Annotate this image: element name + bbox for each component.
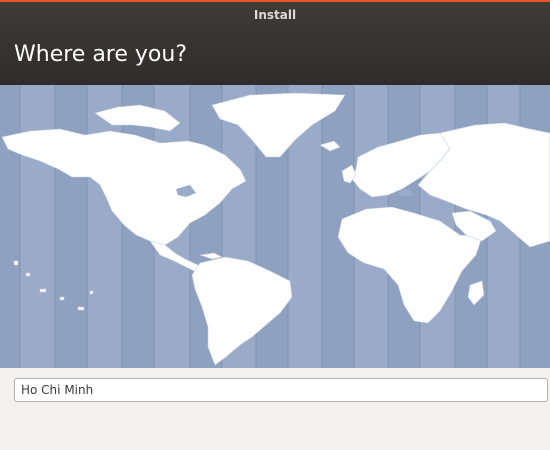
page-title: Where are you? xyxy=(14,42,187,67)
window-title: Install xyxy=(253,8,297,22)
timezone-map[interactable] xyxy=(0,85,550,368)
installer-header: Install Where are you? xyxy=(0,2,550,85)
location-input[interactable] xyxy=(14,378,548,402)
